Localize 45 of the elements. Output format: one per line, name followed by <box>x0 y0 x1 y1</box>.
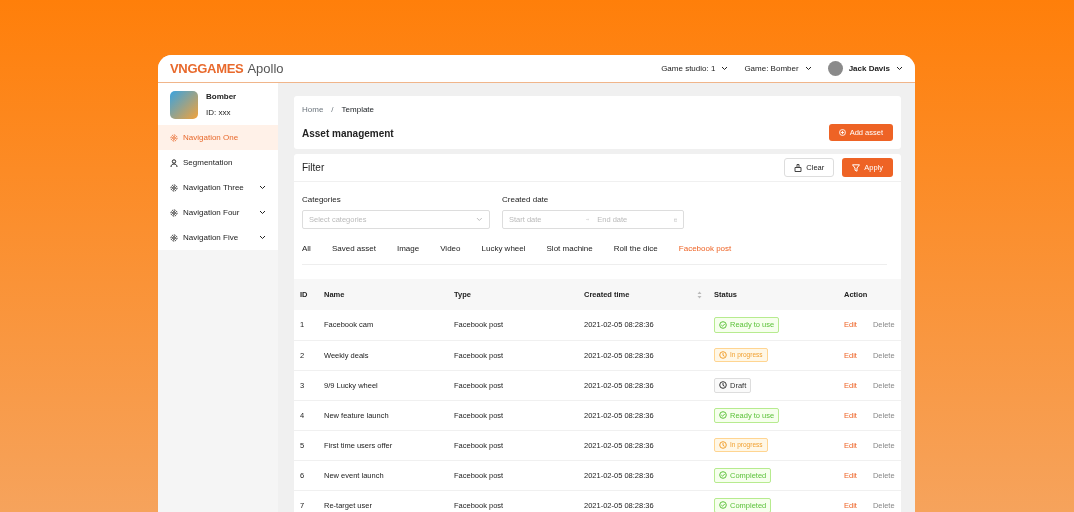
breadcrumb-link[interactable]: Template <box>341 104 375 116</box>
gear-icon <box>170 208 178 217</box>
chevron-down-icon <box>721 66 729 71</box>
clock-icon <box>719 441 727 450</box>
check-circle-icon <box>719 321 727 329</box>
header-dropdown[interactable]: Game studio: 1 <box>661 62 729 75</box>
field-label: Created date <box>502 194 550 207</box>
page-title: Asset management <box>302 127 394 142</box>
game-name: Bomber <box>206 91 237 103</box>
logo-product: Apollo <box>247 59 284 78</box>
filter-tab[interactable]: Facebook post <box>678 243 732 256</box>
breadcrumb-separator: / <box>331 104 334 116</box>
filter-tab[interactable]: Video <box>440 243 461 256</box>
plus-circle-icon <box>838 129 846 137</box>
filter-tab[interactable]: Slot machine <box>546 243 593 256</box>
header-dropdown[interactable]: Game: Bomber <box>744 62 812 75</box>
clock-icon <box>719 351 727 360</box>
filter-tab[interactable]: Image <box>396 243 420 256</box>
clock-icon <box>719 381 727 390</box>
person-icon <box>170 158 178 167</box>
game-thumbnail <box>170 91 198 119</box>
game-id: ID: xxx <box>206 107 232 119</box>
filter-tab[interactable]: Saved asset <box>331 243 376 256</box>
field-label: Categories <box>302 194 342 207</box>
check-circle-icon <box>719 471 727 480</box>
check-circle-icon <box>719 501 727 510</box>
sort-icon <box>697 290 702 299</box>
filter-tab[interactable]: Roll the dice <box>613 243 658 256</box>
chevron-down-icon <box>476 217 483 223</box>
filter-icon <box>852 163 861 172</box>
nav-item[interactable]: Navigation One <box>158 125 278 150</box>
chevron-down-icon <box>896 66 903 71</box>
logo-brand: VNGGAMES <box>170 59 244 78</box>
filter-title: Filter <box>302 161 325 176</box>
user-menu[interactable]: Jack Davis <box>827 61 903 76</box>
avatar-icon <box>827 61 843 76</box>
gear-icon <box>170 233 178 242</box>
filter-tab[interactable]: Lucky wheel <box>481 243 526 256</box>
breadcrumb-link[interactable]: Home <box>302 104 324 116</box>
gear-icon <box>170 183 178 192</box>
filter-tab[interactable]: All <box>302 243 311 256</box>
check-circle-icon <box>719 411 727 420</box>
chevron-down-icon <box>804 66 812 71</box>
arrow-right-icon <box>585 217 590 223</box>
gear-icon <box>170 133 178 142</box>
